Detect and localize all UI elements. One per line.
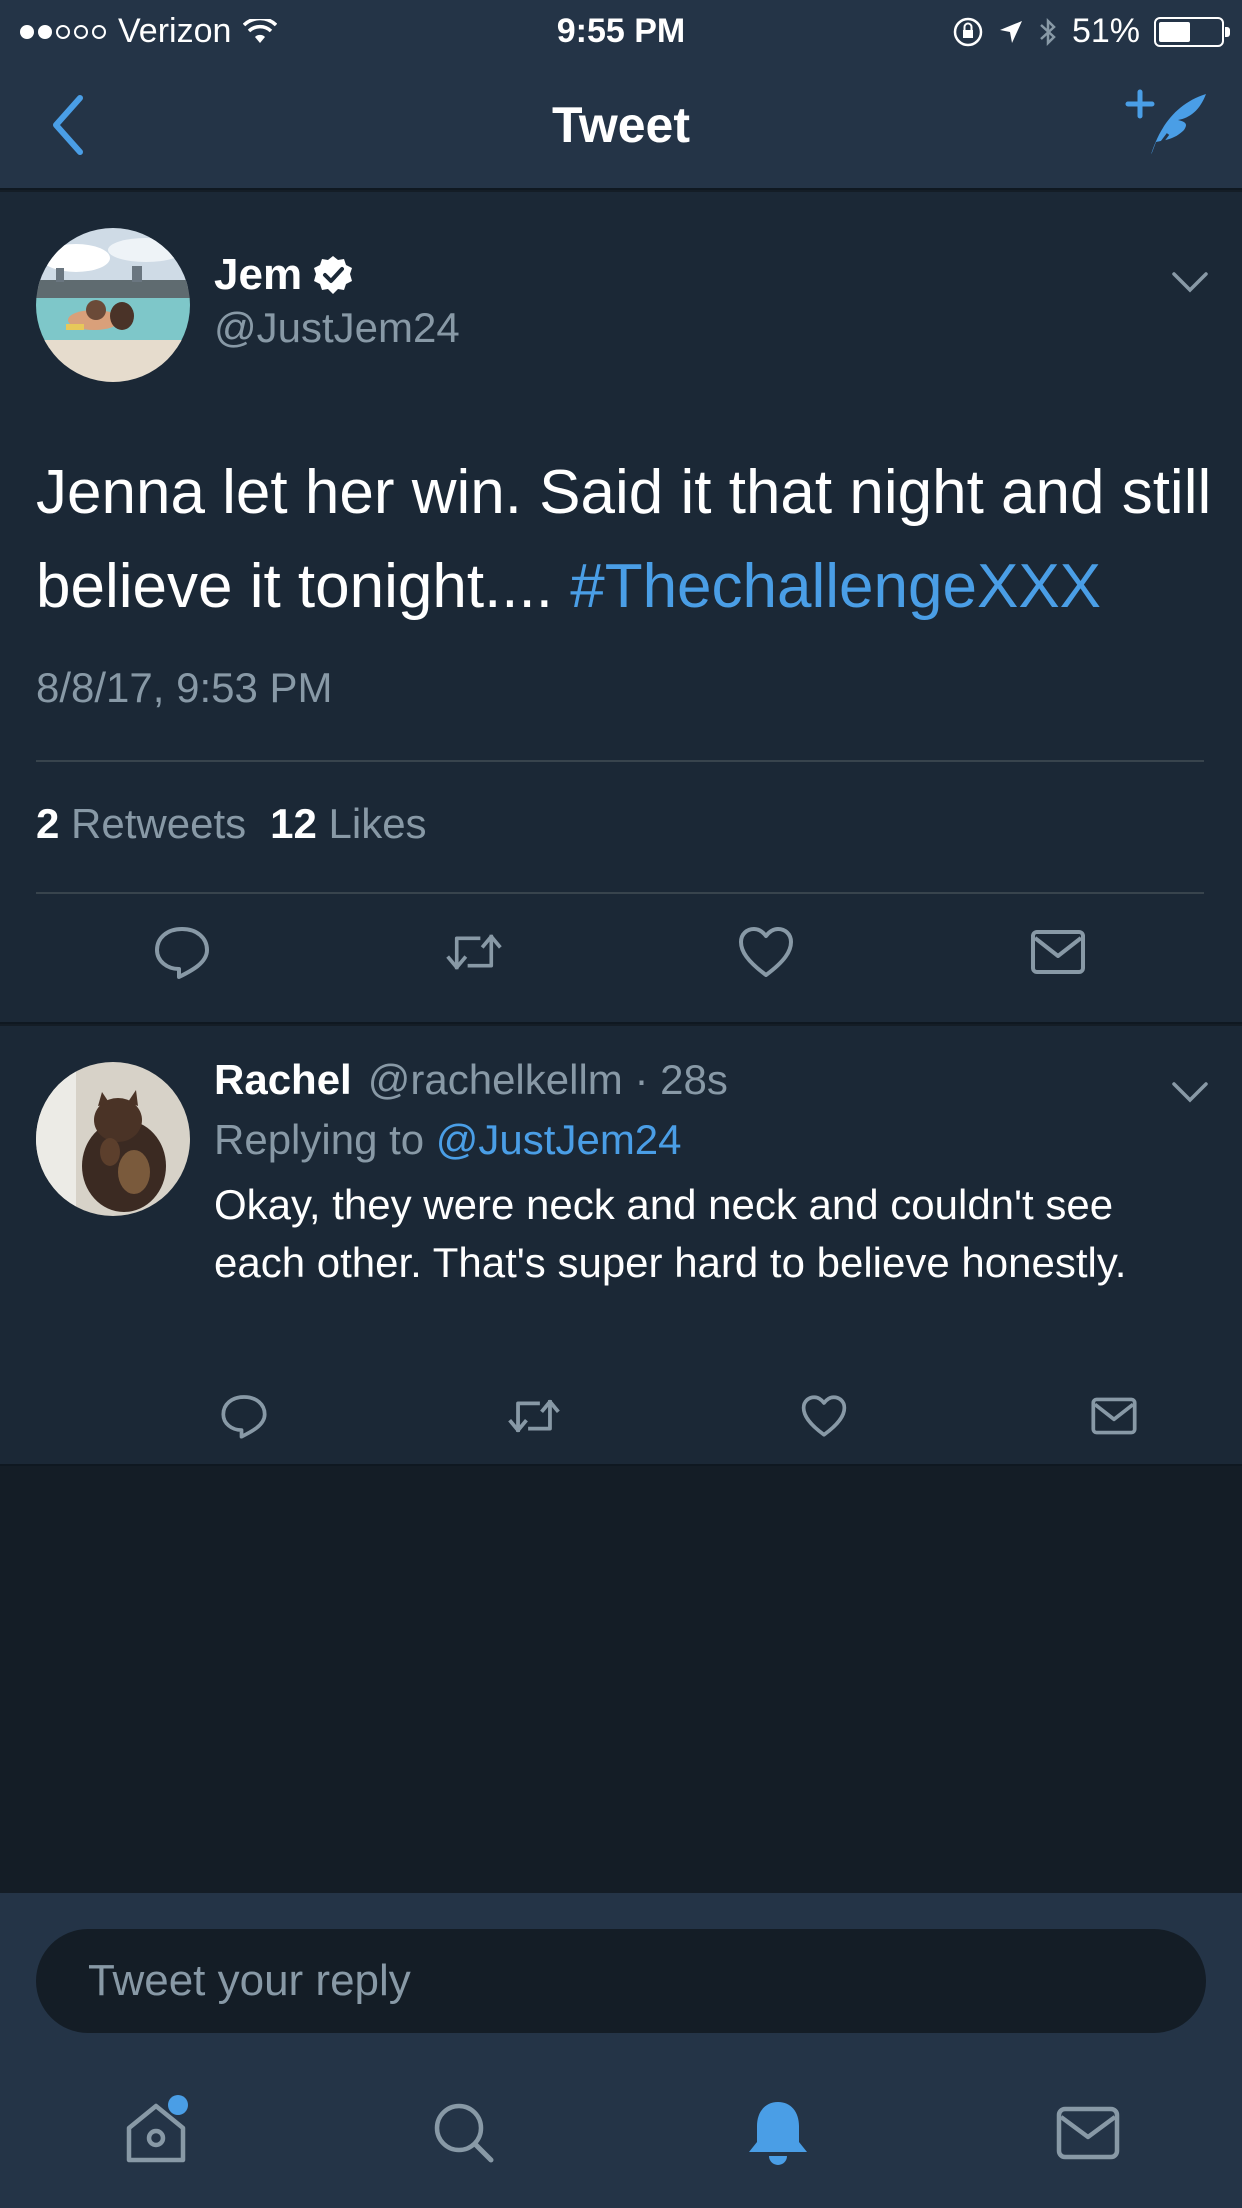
reply-input-placeholder: Tweet your reply [88,1956,411,2005]
like-button[interactable] [736,922,796,982]
like-count: 12 [270,800,317,847]
rotation-lock-icon [953,17,983,46]
chevron-down-icon[interactable] [1170,1078,1210,1106]
retweet-icon [508,1399,560,1433]
verified-badge-icon [314,256,353,294]
tweet-reply-input[interactable]: Tweet your reply [36,1929,1206,2033]
nav-bar: Tweet [0,62,1242,188]
author-name[interactable]: Jem [214,250,354,300]
reply-avatar[interactable] [36,1062,190,1216]
bluetooth-icon [1040,17,1056,46]
search-icon [434,2103,494,2163]
battery-percent: 51% [1071,12,1140,50]
status-bar: Verizon 9:55 PM 51% [0,0,1242,62]
avatar[interactable] [36,228,190,382]
reply-icon [155,927,209,979]
tweet-stats: 2 Retweets 12 Likes [36,800,427,848]
tweet-actions [36,922,1204,982]
author-name-text: Jem [214,250,303,299]
reply-button[interactable] [152,922,212,982]
tab-home[interactable] [116,2093,196,2173]
tweet-timestamp: 8/8/17, 9:53 PM [36,664,333,711]
share-dm-button[interactable] [1084,1386,1144,1446]
divider [36,760,1204,762]
messages-icon [1056,2106,1120,2160]
main-tweet: Jem @JustJem24 Jenna let her win. Said i… [0,192,1242,1024]
reply-author-name[interactable]: Rachel [214,1056,352,1104]
notifications-icon [749,2102,807,2165]
envelope-icon [1091,1397,1137,1435]
reply-meta: @rachelkellm · 28s [367,1056,728,1103]
bottom-chrome: Tweet your reply [0,1893,1242,2208]
battery-icon [1154,16,1230,47]
tab-messages[interactable] [1048,2093,1128,2173]
hashtag-link[interactable]: #ThechallengeXXX [570,552,1101,621]
tab-bar [0,2073,1242,2193]
reply-icon [221,1395,267,1439]
status-right: 51% [952,12,1230,51]
heart-icon [801,1395,847,1437]
like-button[interactable] [794,1386,854,1446]
replying-prefix: Replying to [214,1116,425,1163]
top-chrome: Verizon 9:55 PM 51% Tweet [0,0,1242,190]
likes-stat[interactable]: 12 Likes [270,800,426,848]
envelope-icon [1031,930,1085,974]
tab-search[interactable] [424,2093,504,2173]
retweet-count: 2 [36,800,60,847]
author-handle[interactable]: @JustJem24 [214,304,460,352]
reply-age: 28s [660,1056,728,1103]
retweets-stat[interactable]: 2 Retweets [36,800,246,848]
reply-text: Okay, they were neck and neck and couldn… [214,1181,1127,1286]
new-content-dot [168,2095,188,2115]
chevron-down-icon[interactable] [1170,268,1210,296]
avatar-photo [36,1062,190,1216]
retweet-icon [446,934,502,970]
page-title: Tweet [552,97,690,153]
tab-notifications[interactable] [738,2093,818,2173]
compose-tweet-icon [1125,89,1206,159]
reply-author-handle[interactable]: @rachelkellm [368,1056,623,1103]
retweet-label: Retweets [71,800,247,847]
reply-button[interactable] [214,1386,274,1446]
avatar-photo [36,228,190,382]
share-dm-button[interactable] [1028,922,1088,982]
reply-actions [214,1386,1144,1442]
tweet-text: Jenna let her win. Said it that night an… [36,446,1216,634]
reply-header: Rachel @rachelkellm · 28s [214,1056,728,1104]
divider [36,892,1204,894]
retweet-button[interactable] [444,922,504,982]
heart-icon [739,927,793,977]
like-label: Likes [328,800,427,847]
retweet-button[interactable] [504,1386,564,1446]
compose-tweet-button[interactable] [1122,80,1212,170]
replying-to-link[interactable]: @JustJem24 [436,1116,682,1163]
replying-to: Replying to @JustJem24 [214,1116,682,1164]
location-arrow-icon [999,20,1022,43]
reply-tweet[interactable]: Rachel @rachelkellm · 28s Replying to @J… [0,1026,1242,1466]
